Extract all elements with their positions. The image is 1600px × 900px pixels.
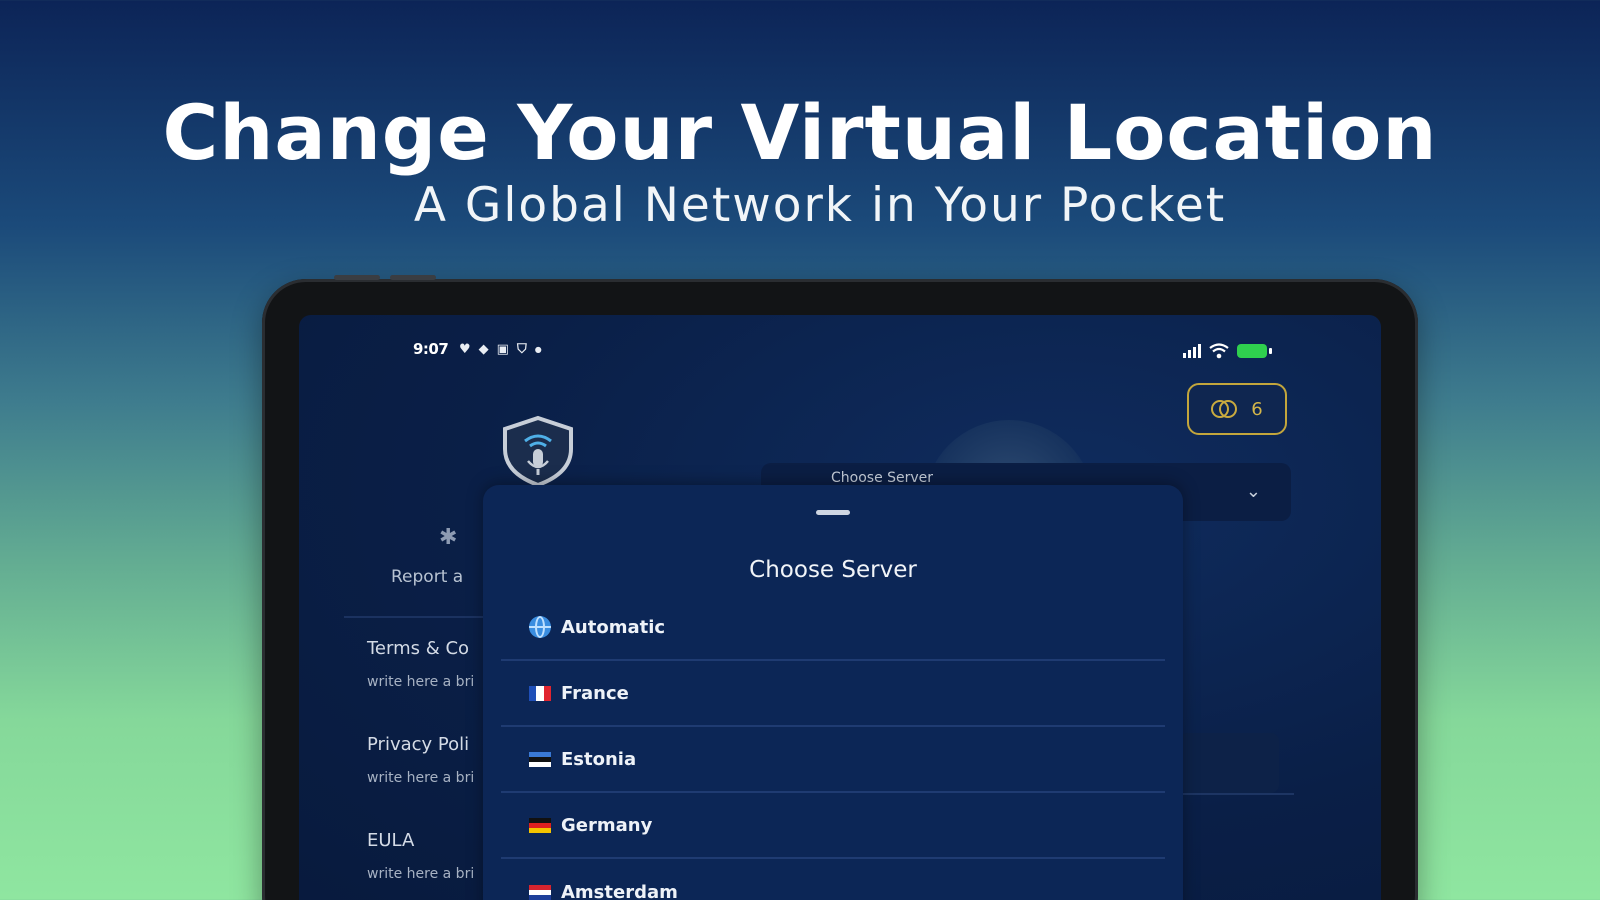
vpn-shield-icon: ⛉ [516,342,527,357]
coins-count: 6 [1251,398,1263,420]
coins-balance-button[interactable]: 6 [1187,383,1287,435]
france-flag-icon [529,685,551,701]
subheadline: A Global Network in Your Pocket [413,178,1227,233]
server-name: Germany [561,814,653,836]
sheet-drag-handle[interactable] [816,510,850,515]
estonia-flag-icon [529,751,551,767]
wifi-icon [1209,343,1229,359]
server-name: Automatic [561,616,666,638]
server-list: Automatic France Estonia Germany Amsterd… [501,595,1165,900]
server-option-amsterdam[interactable]: Amsterdam [501,859,1165,900]
status-bar: 9:07 ♥ ◆ ▣ ⛉ ● [299,340,1381,362]
menu-item-privacy[interactable]: Privacy Poli [367,734,469,755]
cellular-signal-icon [1183,344,1201,358]
server-dropdown-label: Choose Server [831,470,934,486]
coins-icon [1211,398,1239,420]
menu-item-privacy-subtitle: write here a bri [367,770,475,786]
server-name: France [561,682,629,704]
menu-item-eula[interactable]: EULA [367,830,414,851]
server-option-automatic[interactable]: Automatic [501,595,1165,661]
germany-flag-icon [529,817,551,833]
server-option-france[interactable]: France [501,661,1165,727]
battery-icon [1237,344,1272,358]
headline: Change Your Virtual Location [162,88,1438,177]
server-name: Amsterdam [561,881,678,900]
netherlands-flag-icon [529,884,551,900]
chevron-down-icon: ⌄ [1245,481,1261,502]
server-name: Estonia [561,748,637,770]
nfc-icon: ▣ [496,342,509,357]
shield-logo-icon [503,415,573,487]
background-card [1179,733,1279,793]
app-screen: 9:07 ♥ ◆ ▣ ⛉ ● 6 Choose Server ⌄ ✱ Repor… [299,315,1381,900]
tablet-volume-button [390,275,436,280]
status-time: 9:07 [413,340,449,358]
heart-icon: ♥ [459,342,471,357]
server-option-germany[interactable]: Germany [501,793,1165,859]
diamond-icon: ◆ [478,342,489,357]
background-divider [1179,793,1294,795]
tablet-volume-button [334,275,380,280]
report-menu-item[interactable]: Report a [391,567,463,587]
dot-icon: ● [534,345,542,354]
choose-server-sheet: Choose Server Automatic France Estonia G… [483,485,1183,900]
sheet-title: Choose Server [749,557,917,583]
globe-icon [529,616,551,638]
menu-item-terms-subtitle: write here a bri [367,674,475,690]
server-option-estonia[interactable]: Estonia [501,727,1165,793]
menu-item-terms[interactable]: Terms & Co [367,638,469,659]
menu-item-eula-subtitle: write here a bri [367,866,475,882]
bug-icon: ✱ [439,525,458,550]
menu-divider [344,616,494,618]
